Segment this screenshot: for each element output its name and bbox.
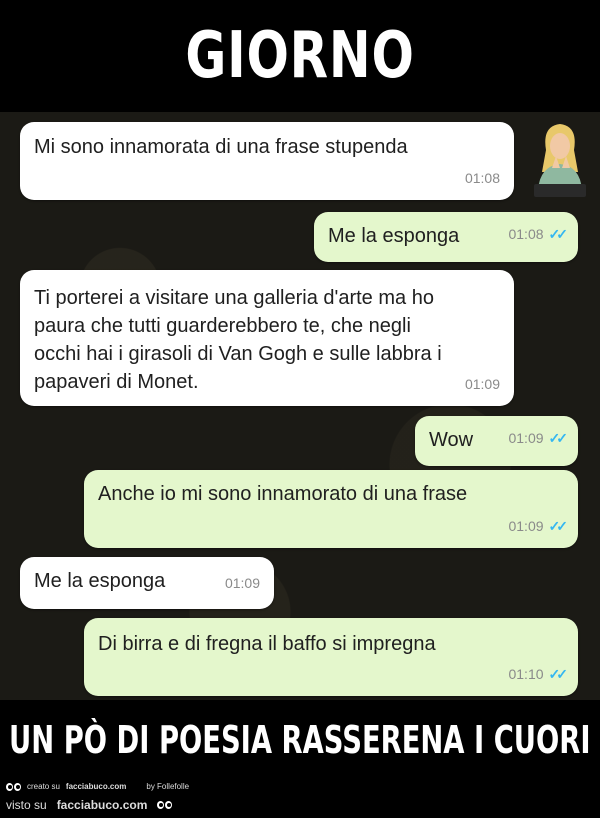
footer-created-site[interactable]: facciabuco.com [66, 782, 126, 791]
message-time: 01:09 [508, 430, 544, 446]
bottom-caption: UN PÒ DI POESIA RASSERENA I CUORI [0, 700, 600, 780]
footer-seen-site[interactable]: facciabuco.com [57, 798, 148, 812]
message-meta: 01:09 [465, 370, 500, 398]
message-text: Mi sono innamorata di una frase stupenda [34, 136, 408, 158]
footer-created-line: creato su facciabuco.com by Follefolle [6, 782, 189, 791]
woman-sticker-icon [532, 120, 588, 198]
message-time: 01:10 [508, 666, 544, 682]
message-meta: 01:08 ✓✓ [508, 220, 569, 248]
footer: creato su facciabuco.com by Follefolle v… [0, 780, 600, 818]
eyes-logo-icon [6, 782, 21, 791]
message-meta: 01:09 ✓✓ [508, 512, 569, 540]
message-time: 01:09 [224, 575, 260, 591]
message-bubble-7[interactable]: Di birra e di fregna il baffo si impregn… [84, 618, 578, 696]
message-bubble-6[interactable]: Me la esponga 01:09 [20, 557, 274, 609]
message-meta: 01:08 [465, 164, 500, 192]
footer-seen-line: visto su facciabuco.com [6, 798, 173, 812]
top-caption: GIORNO [0, 0, 600, 112]
double-check-icon: ✓✓ [548, 518, 569, 534]
message-time: 01:09 [464, 376, 500, 392]
message-time: 01:09 [508, 518, 544, 534]
message-text: Di birra e di fregna il baffo si impregn… [98, 633, 436, 655]
message-time: 01:08 [464, 170, 500, 186]
message-time: 01:08 [508, 226, 544, 242]
footer-seen-text: visto su [6, 798, 47, 812]
message-bubble-5[interactable]: Anche io mi sono innamorato di una frase… [84, 470, 578, 548]
double-check-icon: ✓✓ [548, 430, 569, 446]
message-text: Anche io mi sono innamorato di una frase [98, 483, 468, 505]
message-meta: 01:10 ✓✓ [508, 660, 569, 688]
footer-by-text: by Follefolle [146, 782, 190, 791]
eyes-logo-icon [157, 801, 173, 809]
message-bubble-2[interactable]: Me la esponga 01:08 ✓✓ [314, 212, 578, 262]
footer-created-text: creato su [27, 782, 60, 791]
message-bubble-4[interactable]: Wow 01:09 ✓✓ [415, 416, 578, 466]
message-meta: 01:09 ✓✓ [508, 424, 569, 452]
message-bubble-1[interactable]: Mi sono innamorata di una frase stupenda… [20, 122, 514, 200]
message-text: Ti porterei a visitare una galleria d'ar… [34, 287, 442, 393]
chat-area[interactable]: Mi sono innamorata di una frase stupenda… [0, 112, 600, 700]
double-check-icon: ✓✓ [548, 226, 569, 242]
message-meta: 01:09 [225, 569, 260, 597]
top-caption-text: GIORNO [185, 19, 415, 93]
double-check-icon: ✓✓ [548, 666, 569, 682]
message-bubble-3[interactable]: Ti porterei a visitare una galleria d'ar… [20, 270, 514, 406]
bottom-caption-text: UN PÒ DI POESIA RASSERENA I CUORI [9, 718, 591, 762]
